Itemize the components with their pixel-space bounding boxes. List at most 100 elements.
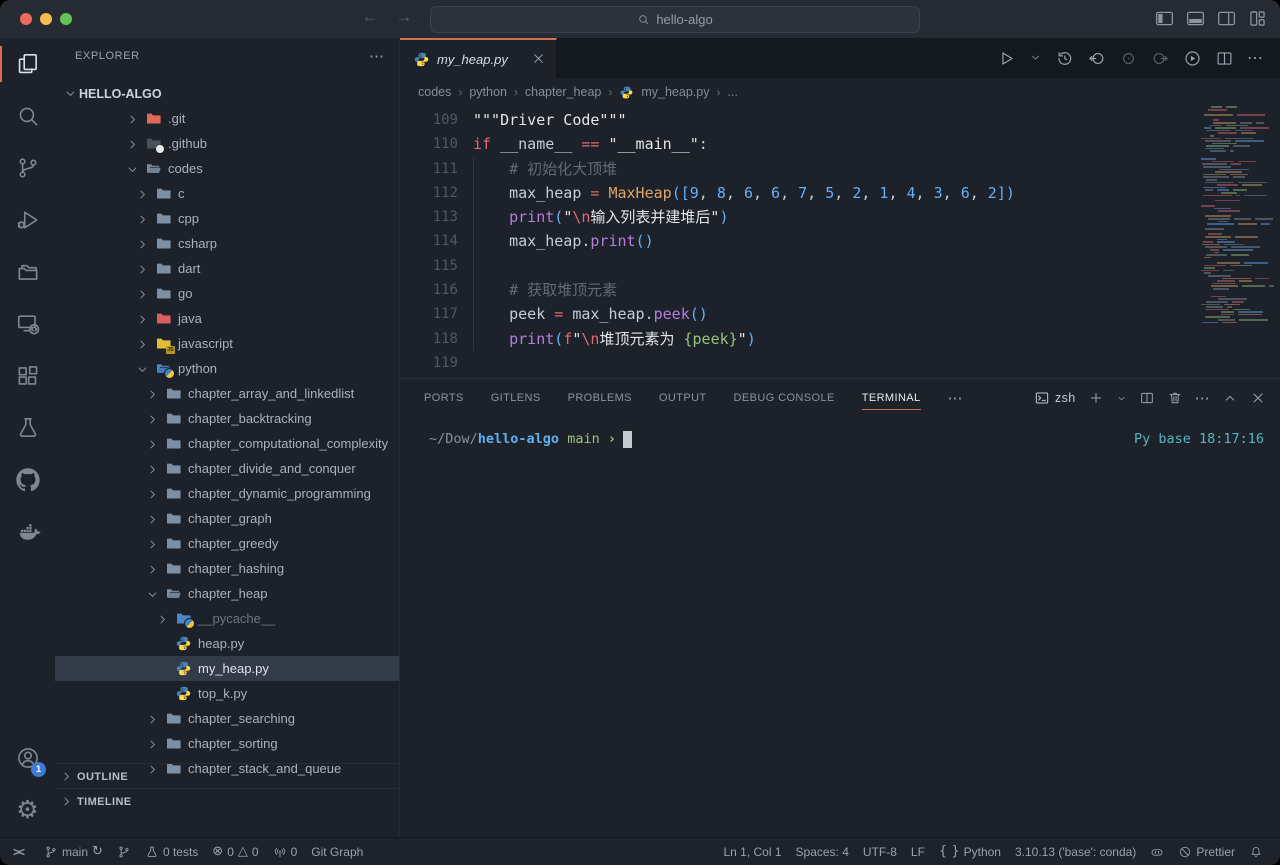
tree-item-csharp[interactable]: csharp [55, 231, 399, 256]
breadcrumb-item[interactable]: my_heap.py [641, 85, 709, 99]
step-forward-button[interactable] [1151, 49, 1170, 68]
tree-item-top-k-py[interactable]: top_k.py [55, 681, 399, 706]
minimap[interactable] [1200, 106, 1274, 334]
code-line-115[interactable]: 115 [400, 254, 1280, 278]
status-encoding[interactable]: UTF-8 [856, 845, 904, 859]
step-button[interactable] [1119, 49, 1138, 68]
tree-item-codes[interactable]: codes [55, 156, 399, 181]
code-line-116[interactable]: 116 # 获取堆顶元素 [400, 278, 1280, 302]
code-editor[interactable]: 109"""Driver Code"""110if __name__ == "_… [400, 106, 1280, 380]
terminal[interactable]: ~/Dow/hello-algo main › Py base 18:17:16 [400, 417, 1280, 448]
tree-item-c[interactable]: c [55, 181, 399, 206]
status-git-graph[interactable]: Git Graph [304, 845, 370, 859]
split-editor-button[interactable] [1215, 49, 1234, 68]
history-button[interactable] [1055, 49, 1074, 68]
status-language-mode[interactable]: { }Python [932, 845, 1008, 859]
status-git-branch[interactable]: main↻ [37, 845, 110, 859]
status-notifications[interactable] [1242, 845, 1270, 859]
remote-indicator[interactable]: >< [6, 845, 37, 859]
activity-extensions[interactable] [0, 350, 55, 402]
status-python-interpreter[interactable]: 3.10.13 ('base': conda) [1008, 845, 1143, 859]
terminal-profile[interactable]: zsh [1034, 390, 1076, 406]
tree-item-chapter-sorting[interactable]: chapter_sorting [55, 731, 399, 756]
code-line-111[interactable]: 111 # 初始化大顶堆 [400, 157, 1280, 181]
tree-item-chapter-graph[interactable]: chapter_graph [55, 506, 399, 531]
tree-item-go[interactable]: go [55, 281, 399, 306]
panel-chev-down-button[interactable] [1116, 392, 1127, 404]
tree-item-javascript[interactable]: JSjavascript [55, 331, 399, 356]
status-ports[interactable]: 0 [266, 845, 305, 859]
tree-item-root[interactable]: HELLO-ALGO [55, 81, 399, 106]
tree-item-chapter-searching[interactable]: chapter_searching [55, 706, 399, 731]
run-dropdown-button[interactable] [1029, 49, 1042, 67]
panel-more-actions-button[interactable]: ⋯ [1195, 389, 1210, 407]
tab-close-icon[interactable] [531, 50, 546, 68]
panel-split-button[interactable] [1139, 390, 1155, 406]
explorer-more-actions-button[interactable]: ⋯ [369, 47, 385, 65]
tree-item-my-heap-py[interactable]: my_heap.py [55, 656, 399, 681]
panel-tab-problems[interactable]: PROBLEMS [568, 379, 632, 417]
activity-settings[interactable]: ⚙ [0, 784, 55, 836]
status-prettier[interactable]: Prettier [1171, 845, 1242, 859]
status-copilot[interactable] [1143, 845, 1171, 859]
panel-close-button[interactable] [1250, 390, 1266, 406]
activity-source-control[interactable] [0, 142, 55, 194]
tree-item-cpp[interactable]: cpp [55, 206, 399, 231]
panel-tab-gitlens[interactable]: GITLENS [491, 379, 541, 417]
step-back-button[interactable] [1087, 49, 1106, 68]
breadcrumb-item[interactable]: codes [418, 85, 451, 99]
tab-my-heap[interactable]: my_heap.py [400, 38, 557, 78]
breadcrumb-item[interactable]: python [469, 85, 507, 99]
panel-tab-terminal[interactable]: TERMINAL [862, 379, 921, 417]
panel-trash-button[interactable] [1167, 390, 1183, 406]
toggle-sidebar-right-button[interactable] [1216, 8, 1237, 29]
activity-explorer[interactable] [0, 38, 55, 90]
tree-item-chapter-hashing[interactable]: chapter_hashing [55, 556, 399, 581]
navigate-forward-button[interactable]: → [392, 7, 416, 27]
activity-project-manager[interactable] [0, 246, 55, 298]
activity-run-and-debug[interactable] [0, 194, 55, 246]
tree-item-chapter-heap[interactable]: chapter_heap [55, 581, 399, 606]
zoom-window-button[interactable] [60, 13, 72, 25]
command-center-search[interactable]: hello-algo [430, 6, 920, 33]
code-line-118[interactable]: 118 print(f"\n堆顶元素为 {peek}") [400, 327, 1280, 351]
tree-item--pycache-[interactable]: __pycache__ [55, 606, 399, 631]
minimize-window-button[interactable] [40, 13, 52, 25]
code-line-112[interactable]: 112 max_heap = MaxHeap([9, 8, 6, 6, 7, 5… [400, 181, 1280, 205]
navigate-back-button[interactable]: ← [358, 7, 382, 27]
code-line-114[interactable]: 114 max_heap.print() [400, 229, 1280, 253]
code-line-117[interactable]: 117 peek = max_heap.peek() [400, 302, 1280, 326]
outline-section[interactable]: OUTLINE [55, 763, 399, 789]
tree-item-chapter-divide-and-conquer[interactable]: chapter_divide_and_conquer [55, 456, 399, 481]
panel-tab-ports[interactable]: PORTS [424, 379, 464, 417]
code-line-109[interactable]: 109"""Driver Code""" [400, 108, 1280, 132]
toggle-sidebar-left-button[interactable] [1154, 8, 1175, 29]
activity-github[interactable] [0, 454, 55, 506]
tree-item-heap-py[interactable]: heap.py [55, 631, 399, 656]
code-line-113[interactable]: 113 print("\n输入列表并建堆后") [400, 205, 1280, 229]
tree-item-python[interactable]: python [55, 356, 399, 381]
toggle-panel-button[interactable] [1185, 8, 1206, 29]
close-window-button[interactable] [20, 13, 32, 25]
tree-item-chapter-array-and-linkedlist[interactable]: chapter_array_and_linkedlist [55, 381, 399, 406]
panel-tab-output[interactable]: OUTPUT [659, 379, 707, 417]
status-gitlens[interactable] [110, 845, 138, 859]
tree-item-chapter-computational-complexity[interactable]: chapter_computational_complexity [55, 431, 399, 456]
tree-item--git[interactable]: .git [55, 106, 399, 131]
run-all-button[interactable] [1183, 49, 1202, 68]
more-actions-button[interactable]: ⋯ [1247, 48, 1264, 68]
status-tests[interactable]: 0 tests [138, 845, 205, 859]
breadcrumb-item[interactable]: chapter_heap [525, 85, 601, 99]
tree-item--github[interactable]: .github [55, 131, 399, 156]
tree-item-chapter-greedy[interactable]: chapter_greedy [55, 531, 399, 556]
code-line-119[interactable]: 119 [400, 351, 1280, 375]
tree-item-chapter-backtracking[interactable]: chapter_backtracking [55, 406, 399, 431]
tree-item-chapter-dynamic-programming[interactable]: chapter_dynamic_programming [55, 481, 399, 506]
code-line-110[interactable]: 110if __name__ == "__main__": [400, 132, 1280, 156]
activity-docker[interactable] [0, 506, 55, 558]
panel-tab-debug-console[interactable]: DEBUG CONSOLE [734, 379, 835, 417]
activity-search[interactable] [0, 90, 55, 142]
activity-testing[interactable] [0, 402, 55, 454]
run-button[interactable] [997, 49, 1016, 68]
tree-item-dart[interactable]: dart [55, 256, 399, 281]
